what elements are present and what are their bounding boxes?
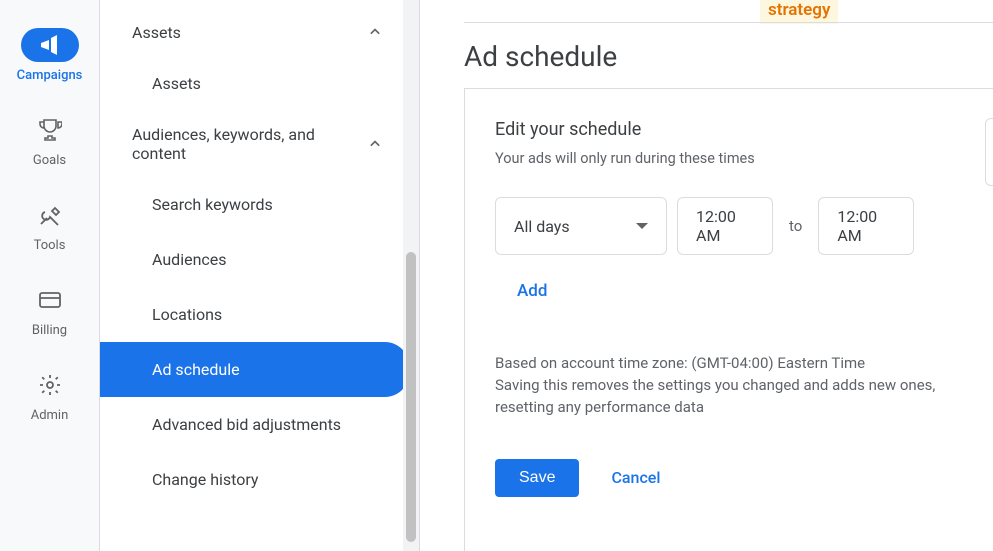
sidebar: Assets Assets Audiences, keywords, and c… (100, 0, 420, 551)
from-time-input[interactable]: 12:00 AM (677, 197, 773, 255)
day-select[interactable]: All days (495, 197, 667, 255)
sidebar-scrollbar[interactable] (403, 0, 419, 551)
page-title: Ad schedule (464, 40, 617, 73)
nav-child-audiences[interactable]: Audiences (100, 232, 403, 287)
main: strategy Ad schedule Edit your schedule … (420, 0, 993, 551)
note-line2: Saving this removes the settings you cha… (495, 375, 985, 419)
iconbar-item-admin[interactable]: Admin (0, 358, 99, 443)
iconbar-label: Goals (33, 153, 66, 168)
iconbar-item-billing[interactable]: Billing (0, 273, 99, 358)
panel: Edit your schedule Your ads will only ru… (464, 88, 993, 551)
card-icon (38, 288, 62, 312)
nav-group-assets[interactable]: Assets (100, 8, 419, 56)
save-button[interactable]: Save (495, 459, 579, 497)
to-label: to (783, 217, 808, 235)
banner-fragment: strategy (760, 0, 838, 24)
iconbar-pill (21, 28, 79, 62)
gear-icon (38, 373, 62, 397)
schedule-row: All days 12:00 AM to 12:00 AM (495, 197, 993, 255)
iconbar-label: Campaigns (17, 68, 83, 83)
divider (464, 22, 993, 23)
tools-icon (38, 203, 62, 227)
iconbar-item-tools[interactable]: Tools (0, 188, 99, 273)
nav-child-ad-schedule[interactable]: Ad schedule (100, 342, 409, 397)
add-link[interactable]: Add (495, 281, 993, 301)
cancel-button[interactable]: Cancel (603, 458, 668, 497)
nav-child-advanced-bid[interactable]: Advanced bid adjustments (100, 397, 403, 452)
button-row: Save Cancel (495, 458, 993, 497)
nav-group-label: Audiences, keywords, and content (132, 125, 352, 163)
to-time-input[interactable]: 12:00 AM (818, 197, 914, 255)
iconbar-pill (21, 198, 79, 232)
nav-child-locations[interactable]: Locations (100, 287, 403, 342)
panel-note: Based on account time zone: (GMT-04:00) … (495, 353, 985, 418)
day-select-value: All days (514, 217, 570, 236)
nav-child-assets[interactable]: Assets (100, 56, 403, 111)
nav-child-search-keywords[interactable]: Search keywords (100, 177, 403, 232)
iconbar-pill (21, 113, 79, 147)
iconbar: Campaigns Goals Tools Billing Admin (0, 0, 100, 551)
nav-child-change-history[interactable]: Change history (100, 452, 403, 507)
chevron-up-icon (365, 134, 385, 154)
iconbar-item-campaigns[interactable]: Campaigns (0, 18, 99, 103)
panel-subtitle: Your ads will only run during these time… (495, 150, 993, 167)
iconbar-label: Admin (31, 408, 69, 423)
nav-group-audiences[interactable]: Audiences, keywords, and content (100, 111, 419, 177)
chevron-up-icon (365, 22, 385, 42)
iconbar-pill (21, 283, 79, 317)
note-line1: Based on account time zone: (GMT-04:00) … (495, 353, 985, 375)
iconbar-label: Tools (34, 238, 66, 253)
nav-group-label: Assets (132, 23, 181, 42)
iconbar-pill (21, 368, 79, 402)
iconbar-label: Billing (32, 323, 67, 338)
panel-title: Edit your schedule (495, 119, 993, 140)
megaphone-icon (38, 33, 62, 57)
chevron-down-icon (636, 223, 648, 229)
trophy-icon (38, 118, 62, 142)
iconbar-item-goals[interactable]: Goals (0, 103, 99, 188)
sidebar-scroll-thumb[interactable] (406, 252, 416, 542)
